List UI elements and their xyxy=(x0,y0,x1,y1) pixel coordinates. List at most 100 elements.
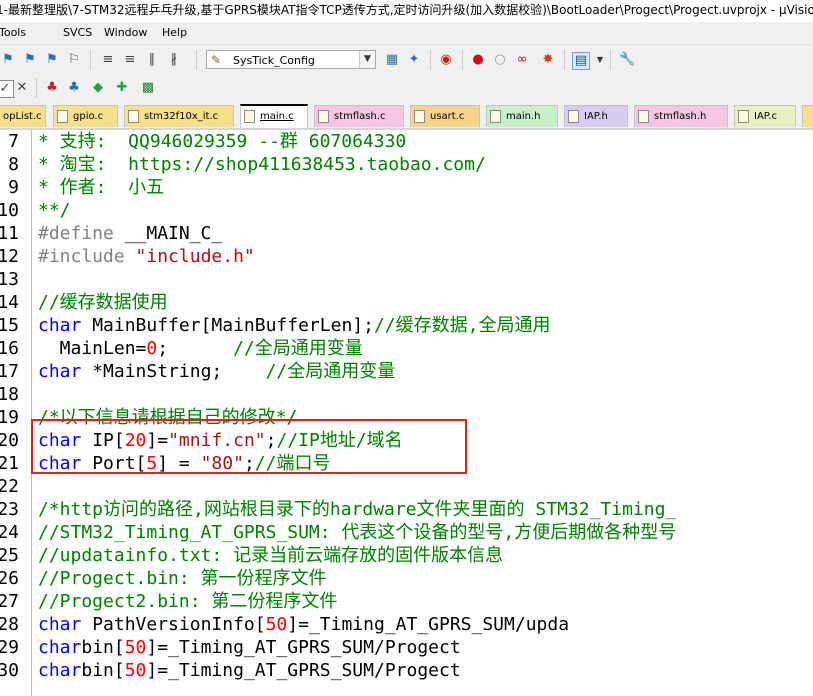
code-line[interactable]: **/ xyxy=(38,199,71,222)
line-number: 22 xyxy=(0,476,19,497)
code-line[interactable]: charbin[50]=_Timing_AT_GPRS_SUM/Progect xyxy=(38,659,461,682)
replace-icon[interactable]: ✦ xyxy=(406,52,422,68)
file-icon xyxy=(638,110,649,123)
tab-stmflash-h[interactable]: stmflash.h xyxy=(634,105,728,127)
line-number: 25 xyxy=(0,545,19,566)
bookmark-icon[interactable]: ⚑ xyxy=(0,52,16,68)
clear-bookmarks-icon[interactable]: ⚐ xyxy=(66,52,82,68)
file-icon xyxy=(568,110,579,123)
tab-overflow[interactable] xyxy=(802,105,813,127)
code-line[interactable]: * 支持: QQ946029359 --群 607064330 xyxy=(38,130,406,153)
code-line[interactable]: char PathVersionInfo[50]=_Timing_AT_GPRS… xyxy=(38,613,569,636)
tab-iap-c[interactable]: IAP.c xyxy=(734,105,796,127)
code-line[interactable]: //缓存数据使用 xyxy=(38,291,168,314)
menu-item-help[interactable]: Help xyxy=(162,22,187,44)
find-icon[interactable]: ▦ xyxy=(384,52,400,68)
tab-gpio-c[interactable]: gpio.c xyxy=(53,105,118,127)
code-line[interactable]: //Progect2.bin: 第二份程序文件 xyxy=(38,590,337,613)
line-number: 9 xyxy=(8,177,19,198)
code-editor[interactable]: 7 8 9 10 11 12 13 14 15 16 17 18 19 20 21 22 23 24 25 26 27 2… xyxy=(0,130,813,696)
indent-icon[interactable]: ≡ xyxy=(100,52,116,68)
code-line[interactable]: char *MainString; //全局通用变量 xyxy=(38,360,395,383)
line-number: 12 xyxy=(0,246,19,267)
line-number: 7 xyxy=(8,131,19,152)
code-line[interactable]: /*http访问的路径,网站根目录下的hardware文件夹里面的 STM32_… xyxy=(38,498,676,521)
tab-label: opList.c xyxy=(3,111,42,122)
code-line[interactable]: #include "include.h" xyxy=(38,245,255,268)
next-bookmark-icon[interactable]: ⚑ xyxy=(44,52,60,68)
kill-breakpoints-icon[interactable]: ✸ xyxy=(540,52,556,68)
file-icon xyxy=(490,110,501,123)
file-icon xyxy=(57,110,68,123)
toolbar-separator xyxy=(90,50,91,70)
line-number: 18 xyxy=(0,384,19,405)
file-icon xyxy=(738,110,749,123)
tab-label: IAP.c xyxy=(754,111,777,122)
download-icon[interactable]: ◆ xyxy=(90,80,106,96)
unindent-icon[interactable]: ≡ xyxy=(122,52,138,68)
breakpoint-icon[interactable]: ● xyxy=(470,52,486,68)
code-line[interactable]: MainLen=0; //全局通用变量 xyxy=(38,337,363,360)
tab-label: IAP.h xyxy=(584,111,608,122)
toolbar-separator xyxy=(36,78,37,98)
tab-label: stmflash.c xyxy=(334,111,386,122)
enable-breakpoint-icon[interactable]: ○ xyxy=(492,52,508,68)
tab-label: usart.c xyxy=(430,111,465,122)
tab-main-h[interactable]: main.h xyxy=(486,105,558,127)
toolbar-separator xyxy=(196,50,197,70)
file-icon xyxy=(318,110,329,123)
options-icon[interactable]: ▩ xyxy=(140,80,156,96)
code-line[interactable]: char MainBuffer[MainBufferLen];//缓存数据,全局… xyxy=(38,314,550,337)
menu-item-window[interactable]: Window xyxy=(104,22,147,44)
code-line[interactable]: //updatainfo.txt: 记录当前云端存放的固件版本信息 xyxy=(38,544,503,567)
code-line[interactable]: //STM32_Timing_AT_GPRS_SUM: 代表这个设备的型号,方便… xyxy=(38,521,676,544)
toolbar-separator xyxy=(610,50,611,70)
code-line[interactable]: //Progect.bin: 第一份程序文件 xyxy=(38,567,327,590)
build-toolbar: ✓ ✕ ♣ ♣ ◆ ✚ ▩ xyxy=(0,74,813,102)
prev-bookmark-icon[interactable]: ⚑ xyxy=(22,52,38,68)
highlight-box xyxy=(31,419,467,474)
configure-icon[interactable]: 🔧 xyxy=(619,52,635,68)
disable-breakpoints-icon[interactable]: ∞ xyxy=(514,52,530,68)
tab-usart-c[interactable]: usart.c xyxy=(410,105,480,127)
code-line[interactable]: #define __MAIN_C_ xyxy=(38,222,222,245)
line-number: 27 xyxy=(0,591,19,612)
uncomment-icon[interactable]: ∦ xyxy=(166,52,182,68)
line-number: 13 xyxy=(0,269,19,290)
incremental-find-icon[interactable]: ◉ xyxy=(438,52,454,68)
window-layout-icon[interactable]: ▤ xyxy=(572,52,590,70)
window-title-bar: 1-最新整理版\7-STM32远程乒乓升级,基于GPRS模块AT指令TCP透传方… xyxy=(0,0,813,22)
chevron-down-icon[interactable]: ▼ xyxy=(592,52,608,68)
code-line[interactable]: charbin[50]=_Timing_AT_GPRS_SUM/Progect xyxy=(38,636,461,659)
checkbox-icon[interactable]: ✓ xyxy=(0,80,14,98)
line-number: 15 xyxy=(0,315,19,336)
line-number: 24 xyxy=(0,522,19,543)
line-number: 14 xyxy=(0,292,19,313)
chevron-down-icon[interactable]: ▼ xyxy=(359,51,375,68)
translate-icon[interactable]: ✕ xyxy=(14,80,30,96)
line-number: 23 xyxy=(0,499,19,520)
tab-iap-h[interactable]: IAP.h xyxy=(564,105,628,127)
rebuild-icon[interactable]: ♣ xyxy=(66,80,82,96)
tab-label: gpio.c xyxy=(73,111,104,122)
menu-item-svcs[interactable]: SVCS xyxy=(63,22,92,44)
build-icon[interactable]: ♣ xyxy=(44,80,60,96)
file-icon xyxy=(244,110,255,123)
function-combo[interactable]: ✎ SysTick_Config ▼ xyxy=(206,50,376,69)
tab-label: stm32f10x_it.c xyxy=(144,111,219,122)
tab-label: main.h xyxy=(506,111,541,122)
function-combo-value: SysTick_Config xyxy=(233,54,315,67)
code-line[interactable]: * 作者: 小五 xyxy=(38,176,164,199)
tab-stm32f10x-it-c[interactable]: stm32f10x_it.c xyxy=(124,105,234,127)
tab-main-c[interactable]: main.c xyxy=(240,104,308,128)
code-line[interactable]: * 淘宝: https://shop411638453.taobao.com/ xyxy=(38,153,486,176)
line-number: 19 xyxy=(0,407,19,428)
menu-item-tools[interactable]: Tools xyxy=(0,22,26,44)
tab-stmflash-c[interactable]: stmflash.c xyxy=(314,105,404,127)
comment-icon[interactable]: ∥ xyxy=(144,52,160,68)
tab-label: main.c xyxy=(260,111,294,122)
tab-oplist-c[interactable]: opList.c xyxy=(0,105,46,127)
line-number: 29 xyxy=(0,637,19,658)
debug-icon[interactable]: ✚ xyxy=(114,80,130,96)
line-number: 30 xyxy=(0,660,19,681)
